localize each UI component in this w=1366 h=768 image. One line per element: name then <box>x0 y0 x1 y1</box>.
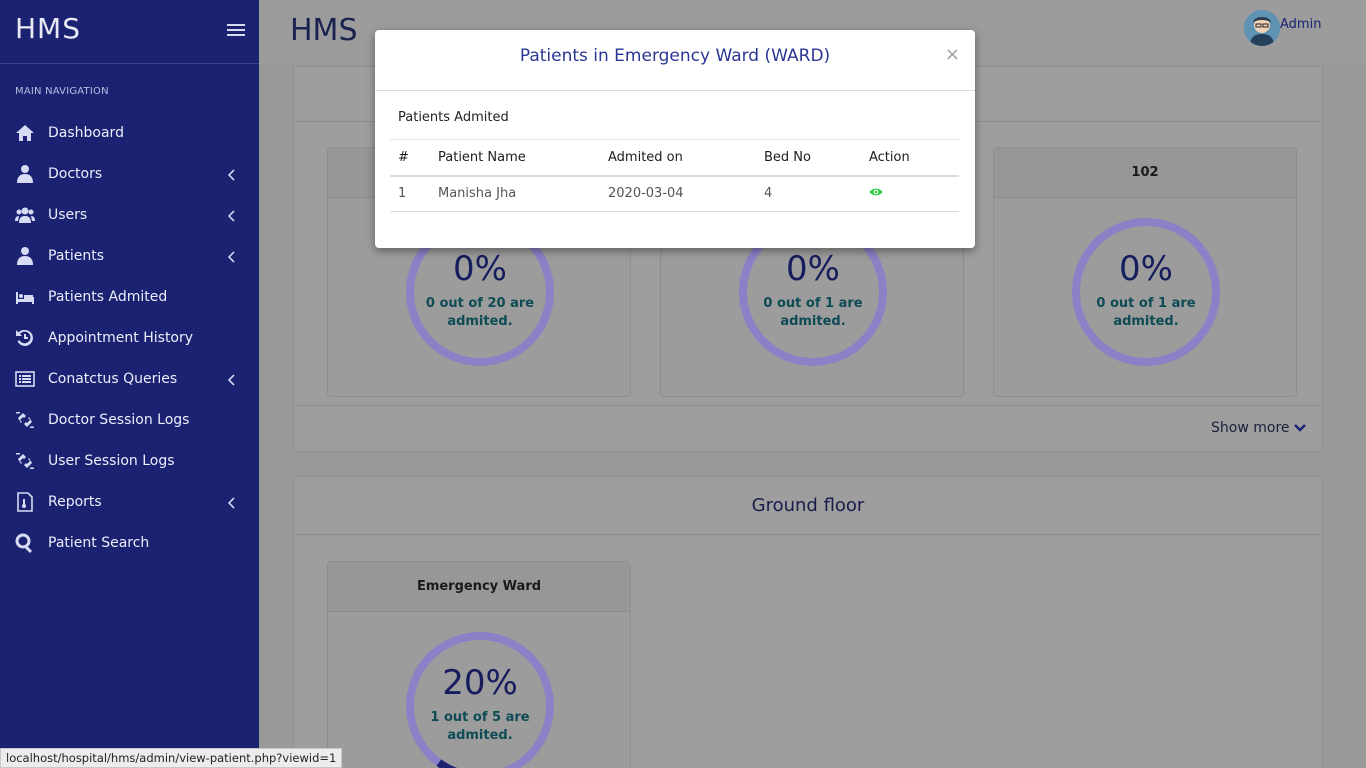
page-title: HMS <box>290 13 358 48</box>
user-name[interactable]: Admin <box>1280 17 1321 32</box>
users-icon <box>14 205 36 225</box>
table-row: 1 Manisha Jha 2020-03-04 4 <box>390 176 959 212</box>
close-icon[interactable]: × <box>945 44 960 65</box>
sidebar-item-dashboard[interactable]: Dashboard <box>0 112 259 153</box>
nav-heading: MAIN NAVIGATION <box>15 86 109 97</box>
unlink-icon <box>14 451 36 471</box>
sidebar-item-appointment-history[interactable]: Appointment History <box>0 317 259 358</box>
sidebar-item-label: Appointment History <box>48 329 194 346</box>
cell-patient-name: Manisha Jha <box>438 176 608 212</box>
occupancy-text: 0 out of 1 are admited. <box>1096 296 1196 329</box>
unlink-icon <box>14 410 36 430</box>
occupancy-percent: 20% <box>442 663 518 703</box>
ward-card-title: Emergency Ward <box>328 562 630 612</box>
sidebar-item-label: Users <box>48 206 88 223</box>
chevron-left-icon <box>227 248 237 263</box>
sidebar-item-label: Reports <box>48 493 102 510</box>
sidebar-item-label: Patients Admited <box>48 288 168 305</box>
menu-toggle-icon[interactable] <box>227 24 245 38</box>
occupancy-percent: 0% <box>453 249 507 289</box>
occupancy-ring: 20% 1 out of 5 are admited. <box>405 631 555 768</box>
sidebar-item-label: User Session Logs <box>48 452 175 469</box>
patients-modal: Patients in Emergency Ward (WARD) × Pati… <box>375 30 975 248</box>
patients-table: # Patient Name Admited on Bed No Action … <box>390 140 959 212</box>
chevron-left-icon <box>227 371 237 386</box>
avatar[interactable] <box>1244 10 1280 46</box>
show-more-button[interactable]: Show more <box>1211 420 1306 436</box>
sidebar-item-reports[interactable]: Reports <box>0 481 259 522</box>
occupancy-percent: 0% <box>786 249 840 289</box>
sidebar-item-label: Patient Search <box>48 534 150 551</box>
report-icon <box>14 491 36 512</box>
column-header: Patient Name <box>438 140 608 177</box>
bed-icon <box>14 287 36 307</box>
home-icon <box>14 123 36 143</box>
doctor-icon <box>14 164 36 184</box>
column-header: # <box>390 140 438 177</box>
modal-subheading: Patients Admited <box>390 110 959 140</box>
occupancy-text: 0 out of 1 are admited. <box>763 296 863 329</box>
show-more-label: Show more <box>1211 420 1290 436</box>
occupancy-text: 0 out of 20 are admited. <box>425 296 535 329</box>
user-icon <box>14 246 36 266</box>
cell-action <box>869 176 959 212</box>
column-header: Admited on <box>608 140 764 177</box>
modal-body: Patients Admited # Patient Name Admited … <box>390 110 959 212</box>
sidebar-item-doctors[interactable]: Doctors <box>0 153 259 194</box>
sidebar-item-patient-search[interactable]: Patient Search <box>0 522 259 563</box>
sidebar-item-label: Conatctus Queries <box>48 370 178 387</box>
sidebar-item-patients-admited[interactable]: Patients Admited <box>0 276 259 317</box>
table-header-row: # Patient Name Admited on Bed No Action <box>390 140 959 177</box>
column-header: Bed No <box>764 140 869 177</box>
sidebar-nav: Dashboard Doctors Users Patients Patient… <box>0 112 259 563</box>
sidebar-item-label: Doctor Session Logs <box>48 411 190 428</box>
ward-card[interactable]: Emergency Ward 20% 1 out of 5 are admite… <box>327 561 631 768</box>
chevron-left-icon <box>227 166 237 181</box>
brand-logo[interactable]: HMS <box>15 12 81 45</box>
modal-header: Patients in Emergency Ward (WARD) × <box>375 30 975 91</box>
modal-title: Patients in Emergency Ward (WARD) <box>519 46 831 66</box>
occupancy-ring: 0% 0 out of 1 are admited. <box>1071 217 1221 367</box>
view-eye-icon[interactable] <box>869 186 883 196</box>
sidebar-brand: HMS <box>0 0 259 64</box>
ward-card-title: 102 <box>994 148 1296 198</box>
sidebar-item-user-session-logs[interactable]: User Session Logs <box>0 440 259 481</box>
sidebar-item-label: Dashboard <box>48 124 124 141</box>
occupancy-text: 1 out of 5 are admited. <box>430 710 530 743</box>
panel-title: Ground floor <box>294 477 1322 535</box>
cell-number: 1 <box>390 176 438 212</box>
search-icon <box>14 533 36 553</box>
ward-card[interactable]: 102 0% 0 out of 1 are admited. <box>993 147 1297 397</box>
cell-admited-on: 2020-03-04 <box>608 176 764 212</box>
ground-floor-panel: Ground floor Emergency Ward 20% 1 out of… <box>293 476 1323 768</box>
history-icon <box>14 328 36 348</box>
panel-footer: Show more <box>294 405 1322 451</box>
cell-bed-no: 4 <box>764 176 869 212</box>
column-header: Action <box>869 140 959 177</box>
sidebar-item-label: Patients <box>48 247 105 264</box>
sidebar-item-patients[interactable]: Patients <box>0 235 259 276</box>
list-icon <box>14 369 36 389</box>
browser-status-bar: localhost/hospital/hms/admin/view-patien… <box>0 748 343 768</box>
chevron-left-icon <box>227 207 237 222</box>
sidebar-item-doctor-session-logs[interactable]: Doctor Session Logs <box>0 399 259 440</box>
sidebar: HMS MAIN NAVIGATION Dashboard Doctors Us… <box>0 0 259 768</box>
chevron-left-icon <box>227 494 237 509</box>
chevron-down-icon <box>1294 420 1306 436</box>
sidebar-item-contactus-queries[interactable]: Conatctus Queries <box>0 358 259 399</box>
sidebar-item-users[interactable]: Users <box>0 194 259 235</box>
occupancy-percent: 0% <box>1119 249 1173 289</box>
sidebar-item-label: Doctors <box>48 165 103 182</box>
